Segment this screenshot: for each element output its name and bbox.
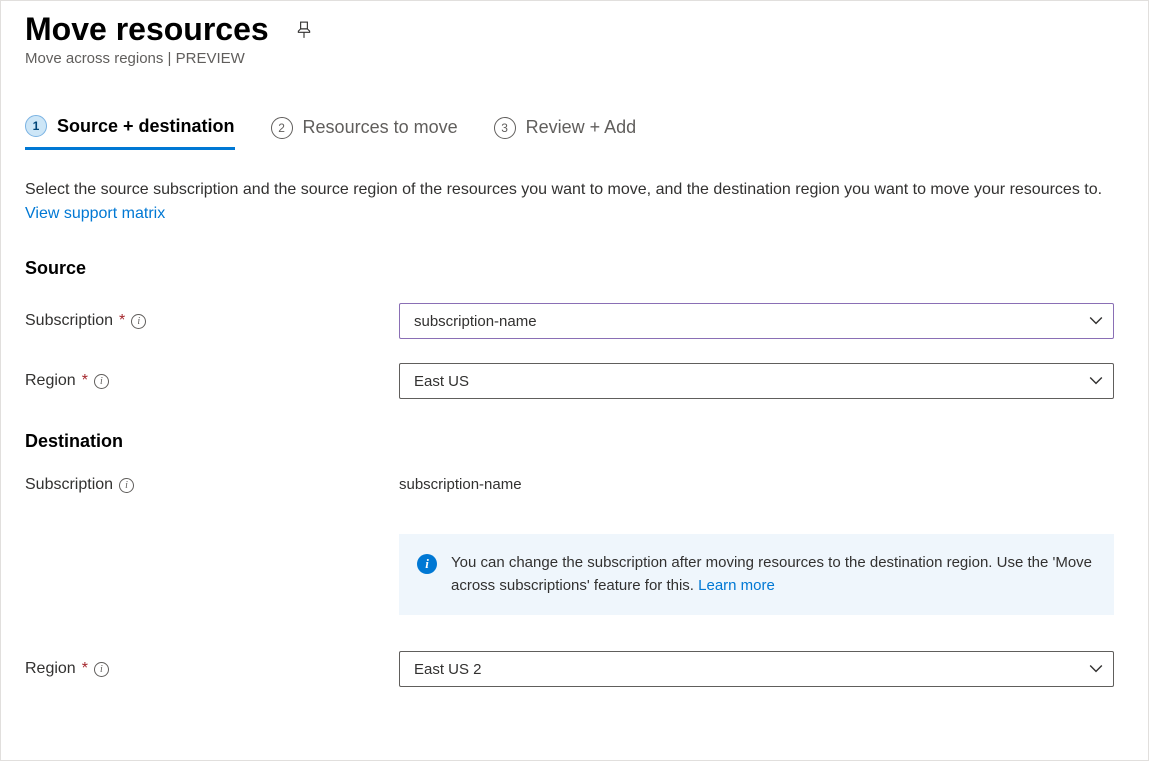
tab-source-destination[interactable]: 1 Source + destination: [25, 115, 235, 150]
tab-step-number: 2: [271, 117, 293, 139]
chevron-down-icon: [1089, 374, 1103, 388]
destination-subscription-row: Subscription i subscription-name: [25, 476, 1124, 494]
view-support-matrix-link[interactable]: View support matrix: [25, 205, 165, 222]
source-subscription-label: Subscription * i: [25, 312, 399, 330]
tab-step-number: 3: [494, 117, 516, 139]
tab-label: Resources to move: [303, 117, 458, 138]
wizard-tabs: 1 Source + destination 2 Resources to mo…: [25, 115, 1124, 150]
subscription-info-banner: i You can change the subscription after …: [399, 534, 1114, 615]
required-indicator: *: [119, 312, 125, 330]
tab-review-add[interactable]: 3 Review + Add: [494, 115, 637, 150]
destination-region-select[interactable]: East US 2: [399, 651, 1114, 687]
source-region-row: Region * i East US: [25, 363, 1124, 399]
tab-label: Review + Add: [526, 117, 637, 138]
required-indicator: *: [82, 660, 88, 678]
description-text: Select the source subscription and the s…: [25, 178, 1105, 226]
label-text: Region: [25, 660, 76, 678]
chevron-down-icon: [1089, 662, 1103, 676]
destination-subscription-value: subscription-name: [399, 476, 522, 493]
pin-icon[interactable]: [295, 21, 313, 39]
source-region-select[interactable]: East US: [399, 363, 1114, 399]
label-text: Region: [25, 372, 76, 390]
select-value: subscription-name: [414, 313, 537, 330]
tab-step-number: 1: [25, 115, 47, 137]
destination-region-row: Region * i East US 2: [25, 651, 1124, 687]
destination-subscription-label: Subscription i: [25, 476, 399, 494]
select-value: East US: [414, 373, 469, 390]
title-row: Move resources: [25, 11, 1124, 48]
select-value: East US 2: [414, 661, 482, 678]
info-icon: i: [417, 554, 437, 574]
info-icon[interactable]: i: [94, 662, 109, 677]
destination-region-label: Region * i: [25, 660, 399, 678]
info-icon[interactable]: i: [119, 478, 134, 493]
move-resources-page: Move resources Move across regions | PRE…: [0, 0, 1149, 761]
source-subscription-row: Subscription * i subscription-name: [25, 303, 1124, 339]
info-icon[interactable]: i: [131, 314, 146, 329]
label-text: Subscription: [25, 476, 113, 494]
description-body: Select the source subscription and the s…: [25, 181, 1102, 198]
destination-heading: Destination: [25, 431, 1124, 452]
page-title: Move resources: [25, 11, 269, 48]
info-icon[interactable]: i: [94, 374, 109, 389]
source-subscription-select[interactable]: subscription-name: [399, 303, 1114, 339]
tab-label: Source + destination: [57, 116, 235, 137]
source-region-label: Region * i: [25, 372, 399, 390]
label-text: Subscription: [25, 312, 113, 330]
banner-text: You can change the subscription after mo…: [451, 552, 1096, 597]
required-indicator: *: [82, 372, 88, 390]
tab-resources-to-move[interactable]: 2 Resources to move: [271, 115, 458, 150]
source-heading: Source: [25, 258, 1124, 279]
learn-more-link[interactable]: Learn more: [698, 577, 775, 594]
chevron-down-icon: [1089, 314, 1103, 328]
page-subtitle: Move across regions | PREVIEW: [25, 50, 1124, 67]
